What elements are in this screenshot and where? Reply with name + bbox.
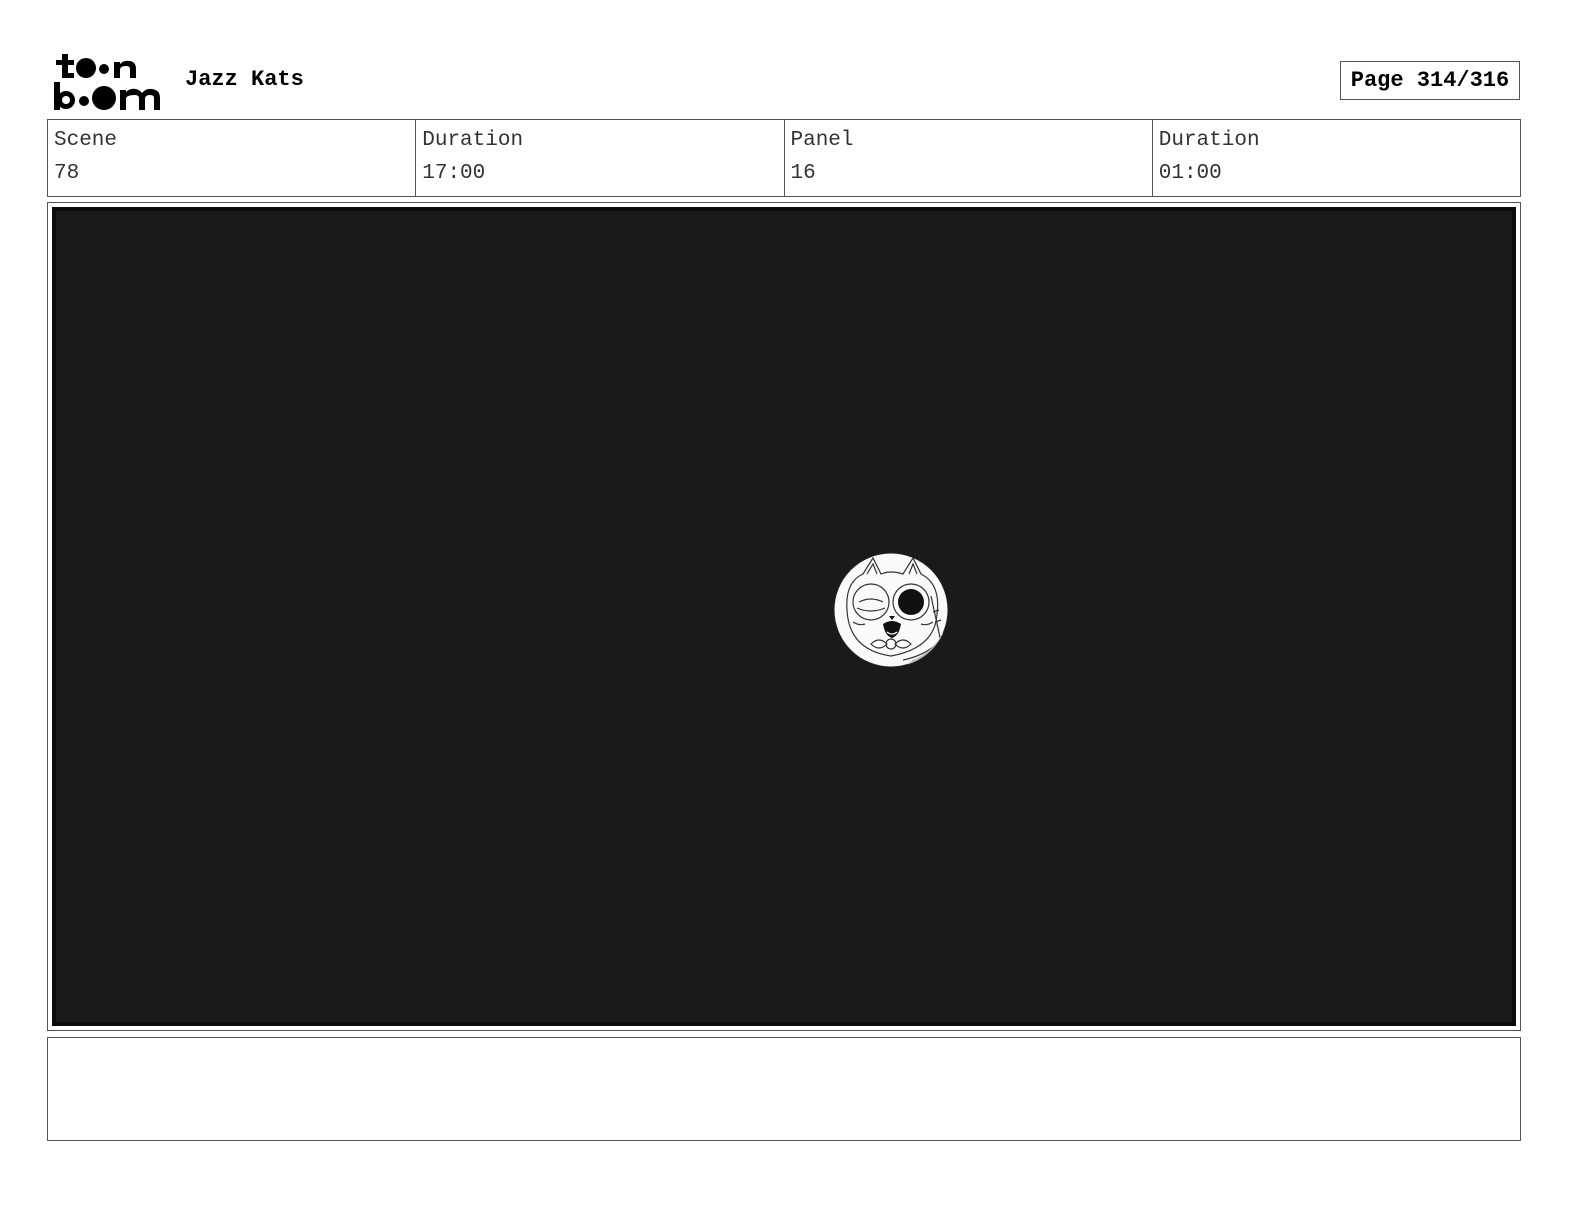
panel-duration-cell: Duration 01:00: [1153, 120, 1520, 196]
scene-label: Scene: [54, 129, 118, 152]
scene-cell: Scene 78: [48, 120, 417, 196]
storyboard-panel-image: [52, 207, 1516, 1026]
storyboard-panel-frame: [47, 202, 1521, 1031]
scene-duration-label: Duration: [422, 129, 524, 152]
project-title: Jazz Kats: [185, 67, 304, 92]
scene-info-table: Scene 78 Duration 17:00 Panel 16 Duratio…: [47, 119, 1521, 197]
panel-cell: Panel 16: [785, 120, 1153, 196]
toon-boom-logo: [54, 54, 160, 110]
panel-label: Panel: [790, 129, 854, 152]
panel-notes-box: [47, 1037, 1521, 1141]
scene-duration-cell: Duration 17:00: [416, 120, 785, 196]
panel-duration-value: 01:00: [1158, 162, 1222, 185]
cat-face-iris-icon: [833, 552, 949, 668]
page-number: Page 314/316: [1340, 61, 1520, 100]
scene-duration-value: 17:00: [422, 162, 486, 185]
panel-value: 16: [790, 162, 816, 185]
scene-value: 78: [54, 162, 80, 185]
panel-duration-label: Duration: [1158, 129, 1260, 152]
